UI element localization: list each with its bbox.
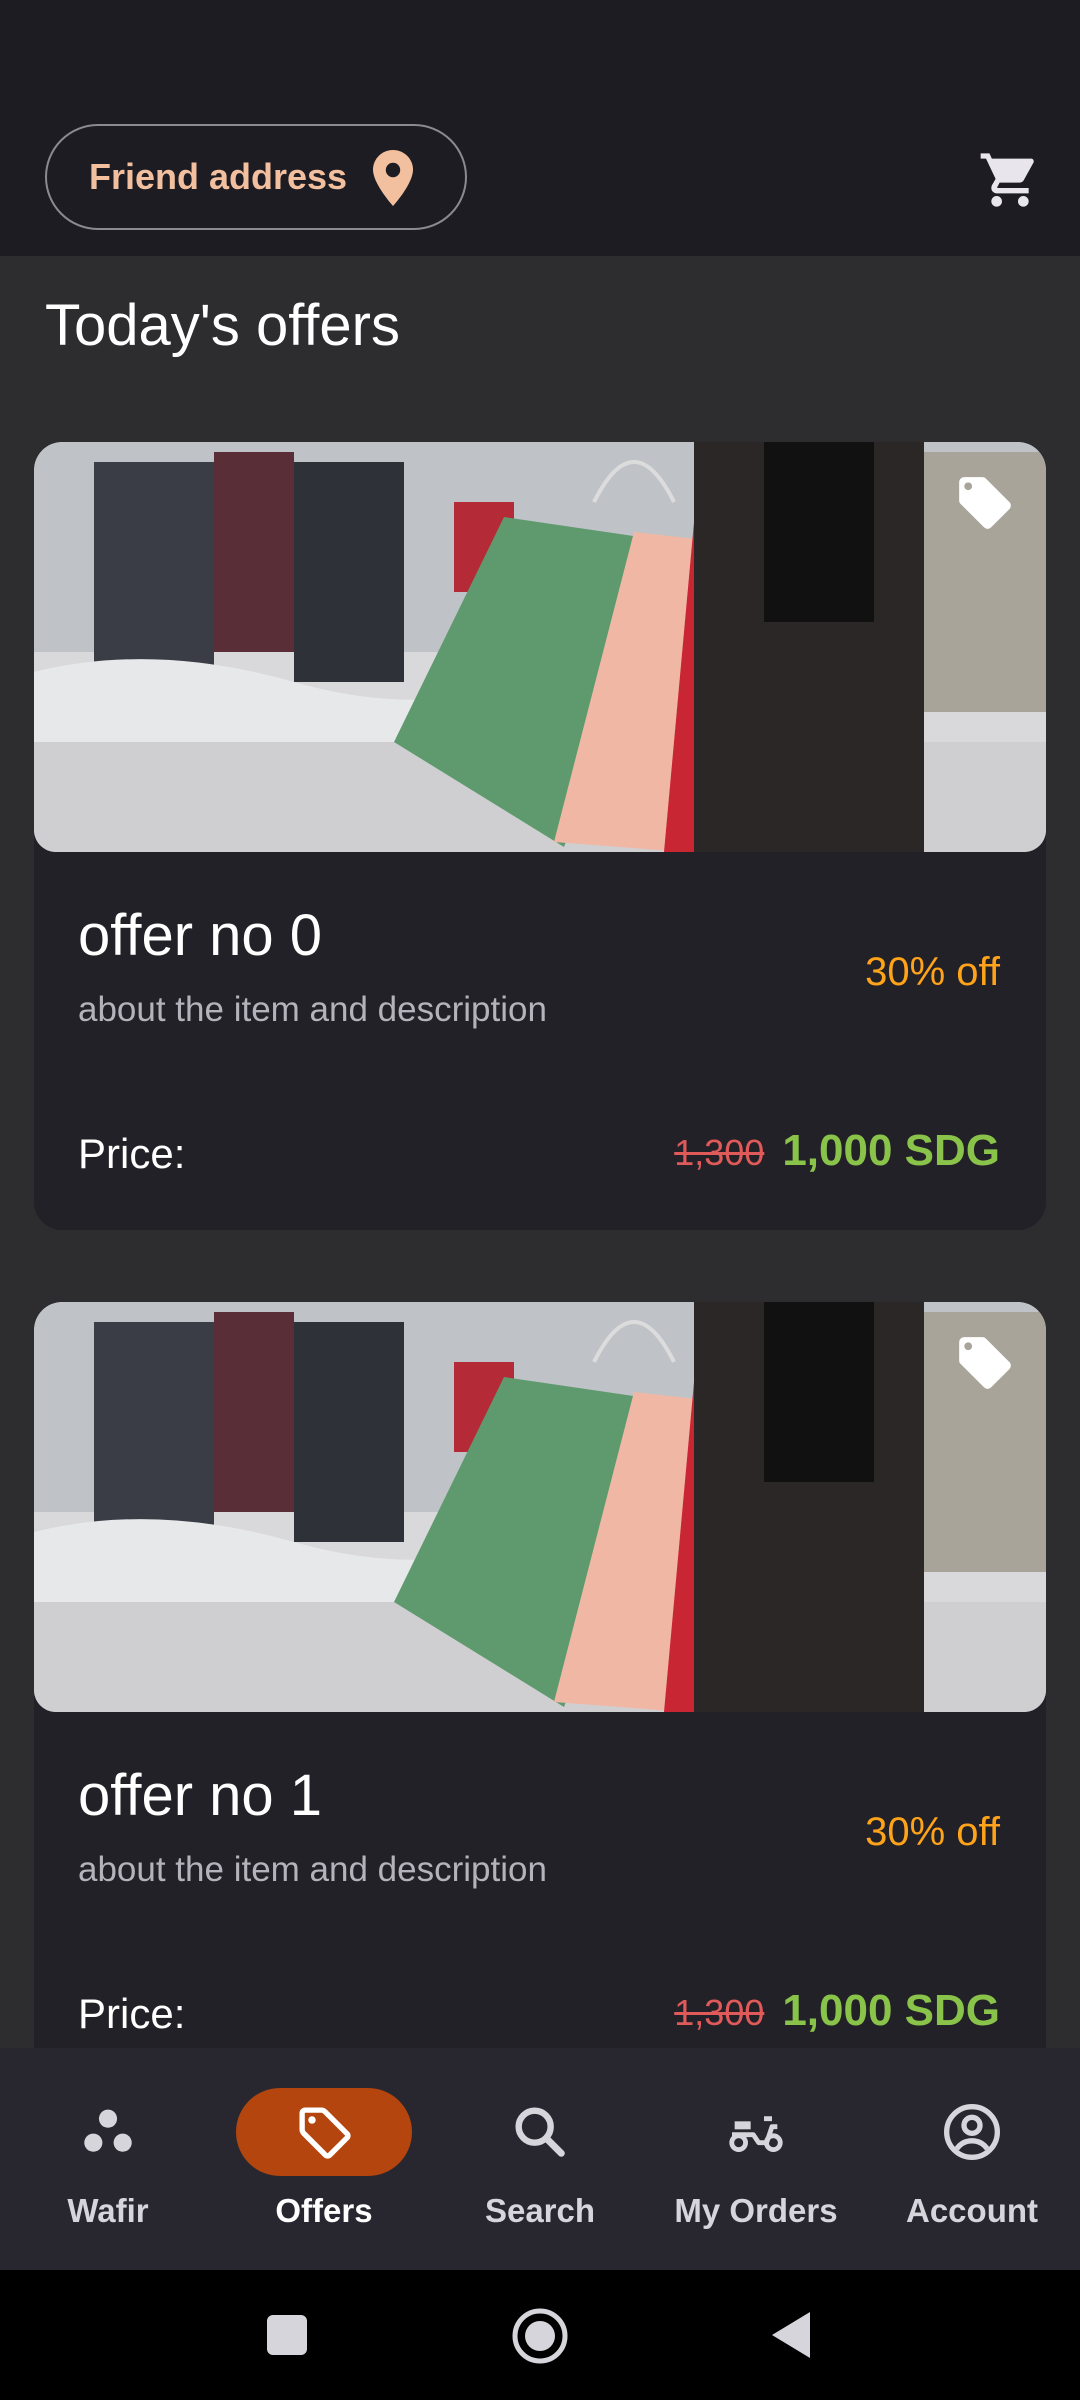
system-navigation-bar	[0, 2270, 1080, 2400]
tag-icon	[299, 2107, 351, 2159]
new-price: 1,000 SDG	[782, 1126, 1000, 1175]
address-selector-button[interactable]: Friend address	[45, 124, 467, 230]
new-price: 1,000 SDG	[782, 1986, 1000, 2035]
square-icon[interactable]	[266, 2314, 308, 2356]
address-label: Friend address	[89, 156, 348, 197]
offer-card[interactable]: offer no 0 about the item and descriptio…	[34, 442, 1046, 1230]
offer-title: offer no 0	[78, 903, 323, 968]
nav-item-account[interactable]: Account	[864, 2088, 1080, 2238]
nav-label: My Orders	[674, 2192, 838, 2229]
discount-badge: 30% off	[865, 1810, 1000, 1854]
discount-badge: 30% off	[865, 950, 1000, 994]
price-group: 1,300 1,000 SDG	[674, 1986, 1000, 2036]
circle-icon[interactable]	[510, 2306, 570, 2366]
offer-description: about the item and description	[78, 1850, 547, 1889]
nav-label: Search	[484, 2192, 596, 2229]
price-label: Price:	[78, 1130, 186, 1177]
nav-label: Offers	[275, 2192, 373, 2229]
price-label: Price:	[78, 1990, 186, 2037]
triangle-back-icon[interactable]	[770, 2310, 812, 2360]
tag-icon	[959, 1337, 1011, 1389]
scooter-icon	[729, 2116, 783, 2152]
price-group: 1,300 1,000 SDG	[674, 1126, 1000, 1176]
nav-item-wafir[interactable]: Wafir	[0, 2088, 216, 2238]
nav-label: Wafir	[67, 2192, 149, 2229]
search-icon	[515, 2107, 565, 2157]
status-bar	[0, 0, 1080, 100]
shopping-cart-icon[interactable]	[978, 148, 1042, 212]
offer-description: about the item and description	[78, 990, 547, 1029]
old-price: 1,300	[674, 1132, 765, 1173]
account-icon	[944, 2104, 1000, 2160]
nav-item-search[interactable]: Search	[432, 2088, 648, 2238]
location-pin-icon	[373, 150, 413, 206]
offer-image	[34, 442, 1046, 852]
nav-item-my-orders[interactable]: My Orders	[648, 2088, 864, 2238]
page-title: Today's offers	[45, 293, 400, 358]
offer-card[interactable]: offer no 1 about the item and descriptio…	[34, 1302, 1046, 2090]
nav-item-offers[interactable]: Offers	[216, 2088, 432, 2238]
old-price: 1,300	[674, 1992, 765, 2033]
offer-image	[34, 1302, 1046, 1712]
tag-icon	[959, 477, 1011, 529]
nav-label: Account	[906, 2192, 1038, 2229]
dots-icon	[84, 2109, 132, 2152]
top-app-bar: Friend address	[0, 100, 1080, 256]
bottom-navigation: Wafir Offers Search My Orders Account	[0, 2048, 1080, 2270]
offer-title: offer no 1	[78, 1763, 323, 1828]
